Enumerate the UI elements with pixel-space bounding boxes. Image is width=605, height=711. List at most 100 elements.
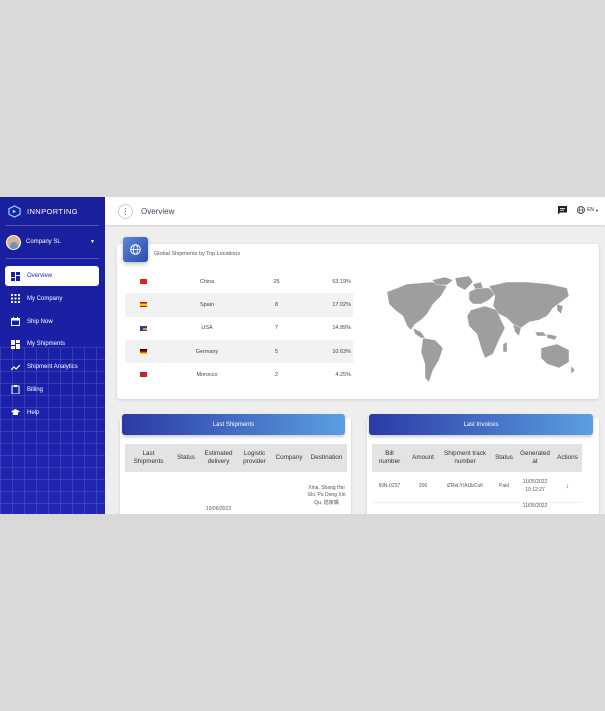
shipment-count: 2: [274, 371, 279, 378]
sidebar-item-my-company[interactable]: My Company: [5, 289, 99, 309]
column-header[interactable]: Logistic provider: [237, 444, 272, 472]
generated-at-cell: 11/05/2022: [522, 502, 548, 509]
school-icon: [11, 408, 20, 417]
dashboard-icon: [11, 339, 20, 349]
divider: [6, 225, 99, 226]
card-title: Global Shipments by Top Locations: [154, 251, 241, 257]
column-header[interactable]: Destination: [306, 444, 347, 472]
apps-icon: [11, 294, 20, 304]
column-header[interactable]: Status: [491, 444, 517, 472]
table-row: Morocco 2 4.25%: [125, 363, 353, 386]
sidebar-item-label: Billing: [27, 386, 44, 393]
app-window: INNPORTING Company SL ▼ Overview My Comp…: [0, 197, 605, 514]
world-map: [386, 275, 576, 383]
shipment-percent: 10.63%: [332, 348, 351, 355]
sidebar-item-billing[interactable]: Billing: [5, 380, 99, 400]
sidebar: INNPORTING Company SL ▼ Overview My Comp…: [0, 197, 105, 514]
more-vert-icon[interactable]: ⋮: [118, 203, 133, 219]
dashboard-icon: [11, 271, 20, 281]
calendar-icon: [11, 317, 20, 327]
invoices-table: Bill number Amount Shipment track number…: [372, 444, 582, 514]
track-number-cell: [439, 502, 491, 514]
globe-icon: [577, 206, 585, 214]
brand-logo-icon: [8, 204, 21, 218]
user-menu[interactable]: Company SL ▼: [6, 233, 99, 251]
avatar: [6, 234, 21, 250]
table-row: USA 7 14.89%: [125, 317, 353, 340]
actions-cell: [553, 502, 582, 514]
table-row[interactable]: INN-0237 206 iZReLY/AUbCsK Paid 11/05/20…: [372, 472, 582, 502]
table-row[interactable]: 11/05/2022: [372, 502, 582, 514]
sidebar-item-help[interactable]: Help: [5, 403, 99, 423]
brand[interactable]: INNPORTING: [0, 197, 105, 225]
country-name: Germany: [195, 348, 219, 355]
country-name: USA: [201, 325, 213, 332]
sidebar-nav: Overview My Company Ship Now My Shipment…: [5, 266, 99, 426]
clipboard-icon: [11, 385, 20, 395]
status-cell: Paid: [498, 483, 509, 489]
table-cell: [237, 472, 272, 514]
column-header[interactable]: Amount: [407, 444, 439, 472]
flag-germany-icon: [140, 349, 147, 355]
trending-icon: [11, 363, 20, 372]
column-header[interactable]: Shipment track number: [439, 444, 491, 472]
flag-usa-icon: [140, 325, 147, 331]
shipment-count: 5: [274, 348, 279, 355]
column-header[interactable]: Last Shipments: [125, 444, 172, 472]
table-row: China 25 53.19%: [125, 270, 353, 293]
shipment-percent: 4.25%: [335, 371, 351, 378]
sidebar-item-label: Ship Now: [27, 318, 53, 325]
table-row: Spain 8 17.02%: [125, 293, 353, 317]
chat-icon[interactable]: [558, 206, 567, 215]
caret-down-icon: ▼: [90, 239, 95, 245]
sidebar-item-label: Help: [27, 409, 40, 416]
shipment-percent: 53.19%: [332, 278, 351, 285]
estimated-delivery-cell: 10/06/2022: [205, 506, 232, 512]
global-shipments-card: Global Shipments by Top Locations China …: [117, 237, 599, 399]
bill-number-cell: INN-0237: [378, 483, 401, 489]
table-cell: [125, 472, 172, 514]
shipment-count: 25: [273, 278, 280, 285]
column-header[interactable]: Generated at: [517, 444, 553, 472]
sidebar-item-label: Overview: [27, 273, 53, 279]
download-arrow-icon[interactable]: ↓: [566, 483, 570, 490]
page-title: Overview: [141, 206, 175, 216]
sidebar-item-shipment-analytics[interactable]: Shipment Analytics: [5, 357, 99, 377]
actions-cell: ↓: [553, 472, 582, 502]
card-header: Last Shipments: [122, 414, 345, 435]
country-name: China: [199, 278, 215, 285]
language-code: EN: [587, 207, 595, 213]
destination-cell: Xina, Shang Hai Shi, Pu Dong Xin Qu, 陆家嘴: [307, 484, 346, 506]
column-header[interactable]: Bill number: [372, 444, 407, 472]
shipments-table: Last Shipments Status Estimated delivery…: [125, 444, 347, 514]
column-header[interactable]: Status: [172, 444, 200, 472]
country-name: Spain: [199, 301, 215, 308]
status-cell: [491, 502, 517, 514]
last-shipments-card: Last Shipments Last Shipments Status Est…: [120, 414, 351, 514]
sidebar-item-my-shipments[interactable]: My Shipments: [5, 334, 99, 354]
amount-cell: [407, 502, 439, 514]
column-header[interactable]: Company: [272, 444, 306, 472]
shipment-percent: 17.02%: [332, 301, 351, 308]
track-number-cell: iZReLY/AUbCsK: [446, 483, 484, 489]
flag-spain-icon: [140, 302, 147, 308]
bill-number-cell: [372, 502, 407, 514]
language-selector[interactable]: EN ▼: [577, 206, 599, 214]
caret-down-icon: ▼: [595, 207, 599, 213]
column-header[interactable]: Actions: [553, 444, 582, 472]
user-name: Company SL: [26, 239, 61, 245]
brand-name: INNPORTING: [27, 206, 78, 216]
sidebar-item-label: My Shipments: [27, 341, 66, 348]
shipment-percent: 14.89%: [332, 325, 351, 332]
sidebar-item-overview[interactable]: Overview: [5, 266, 99, 286]
table-cell: [172, 472, 200, 514]
flag-morocco-icon: [140, 372, 147, 378]
sidebar-item-label: My Company: [27, 295, 63, 302]
sidebar-item-ship-now[interactable]: Ship Now: [5, 312, 99, 332]
column-header[interactable]: Estimated delivery: [200, 444, 237, 472]
divider: [6, 258, 99, 259]
country-name: Morocco: [196, 371, 218, 378]
last-invoices-card: Last Invoices Bill number Amount Shipmen…: [367, 414, 599, 514]
table-row[interactable]: 10/06/2022 Xina, Shang Hai Shi, Pu Dong …: [125, 472, 347, 514]
generated-at-cell: 11/05/2022 10:12:27: [522, 479, 548, 493]
